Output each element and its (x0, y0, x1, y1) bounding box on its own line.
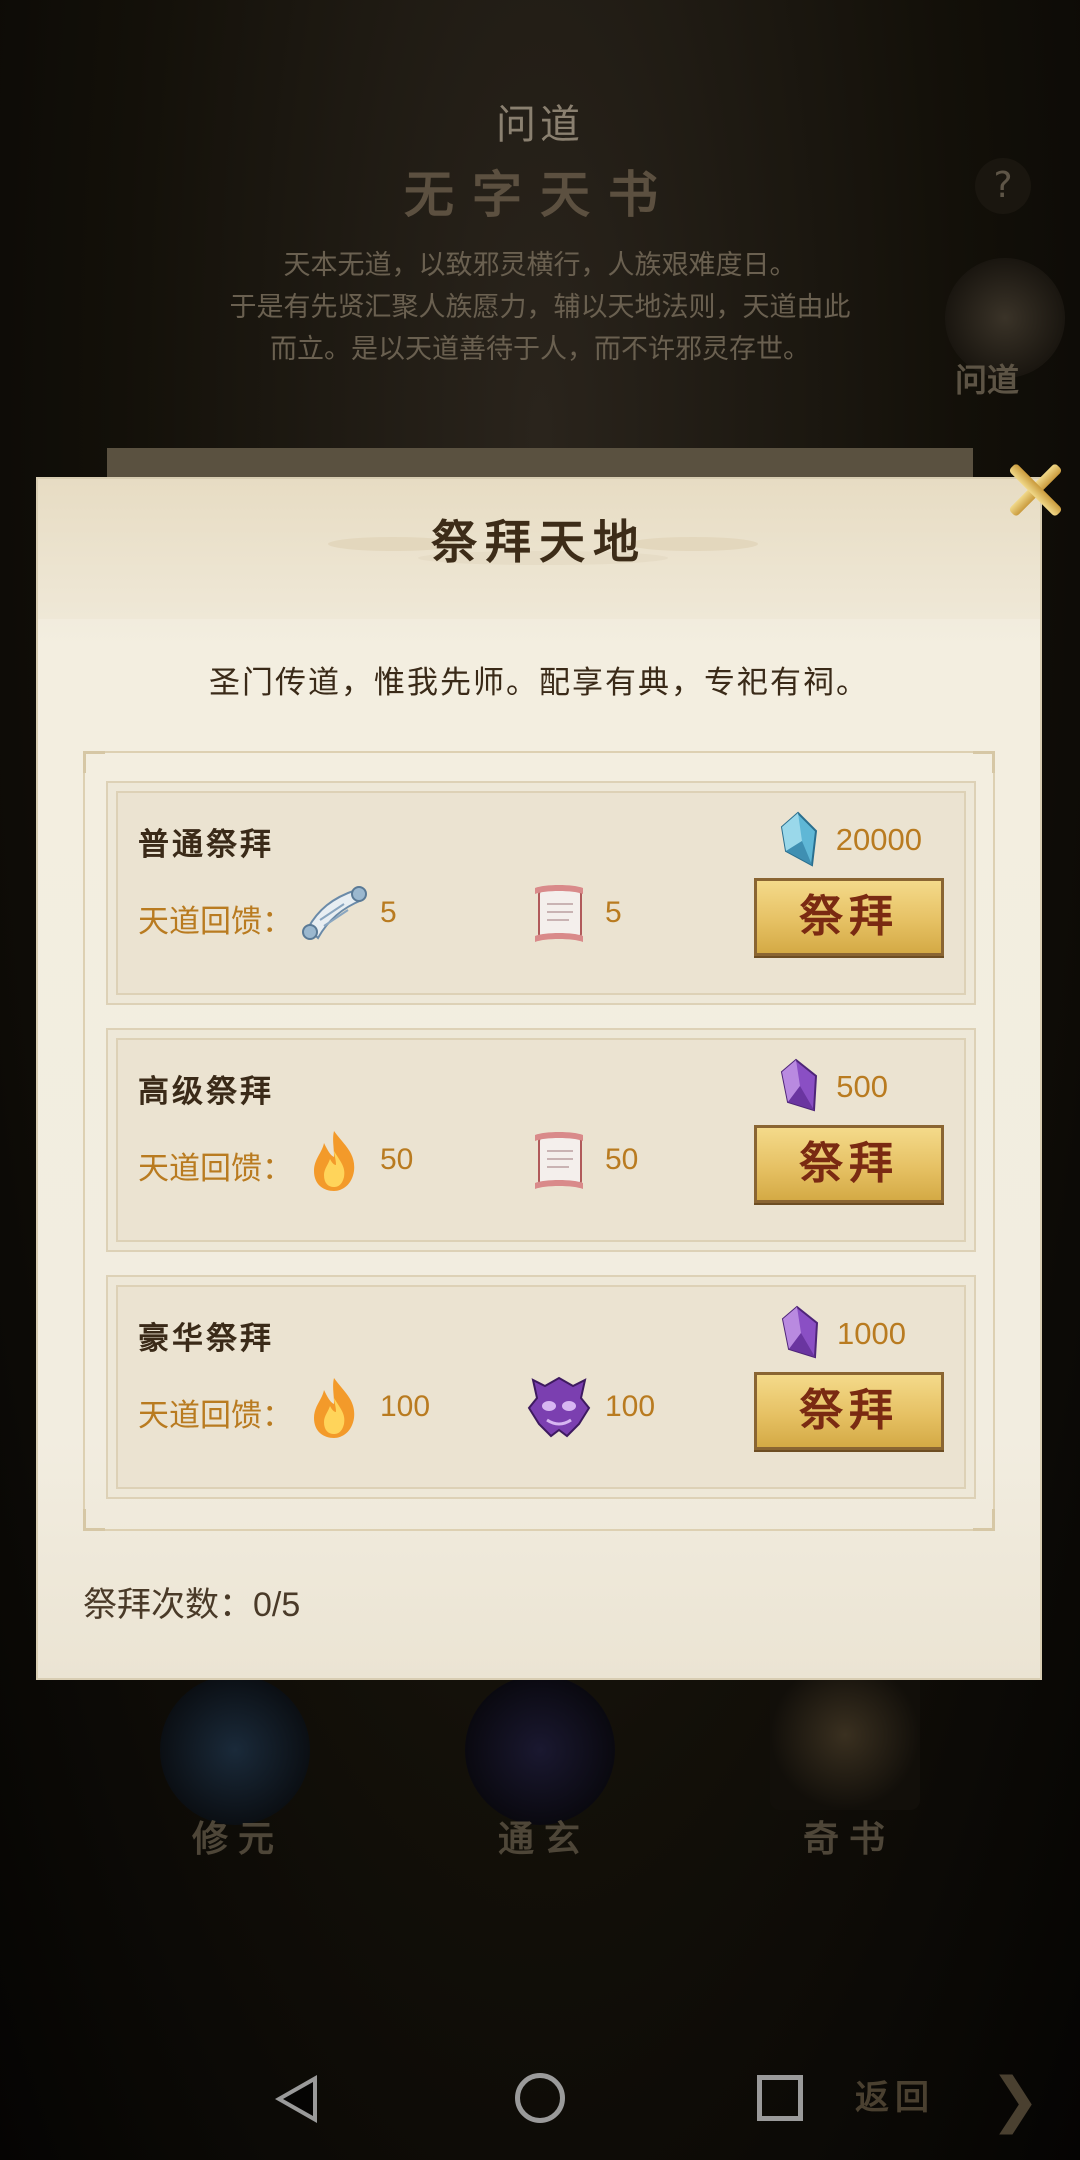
flame-icon (314, 1378, 355, 1438)
screen-title: 问道 (496, 102, 584, 148)
system-nav-bar: 返回 ❯ (0, 2030, 1080, 2160)
return-button[interactable]: 返回 (855, 2070, 935, 2119)
worship-option-deluxe: 豪华祭拜 1000 天道回馈： 100 100 祭拜 (106, 1275, 976, 1499)
description-line: 天本无道，以致邪灵横行，人族艰难度日。 (283, 250, 797, 281)
purple-crystal-icon (781, 1305, 819, 1359)
cost-amount: 1000 (837, 1316, 906, 1351)
nav-home-icon[interactable] (515, 2073, 565, 2123)
frame-corner (83, 1509, 105, 1531)
bottom-item-qishu[interactable]: 奇书 (803, 1810, 895, 1862)
background-description: 天本无道，以致邪灵横行，人族艰难度日。 于是有先贤汇聚人族愿力，辅以天地法则，天… (110, 245, 970, 371)
worship-option-advanced: 高级祭拜 500 天道回馈： 50 50 祭拜 (106, 1028, 976, 1252)
reward-item: 100 (298, 1374, 430, 1440)
background-panel-strip (107, 448, 973, 478)
option-title: 高级祭拜 (138, 1074, 274, 1110)
bottom-item-xiuyuan[interactable]: 修元 (192, 1810, 284, 1862)
red-scroll-icon (535, 1132, 583, 1189)
worship-button[interactable]: 祭拜 (754, 1125, 944, 1203)
frame-corner (973, 751, 995, 773)
option-title: 豪华祭拜 (138, 1321, 274, 1357)
reward-amount: 5 (380, 896, 397, 929)
option-title: 普通祭拜 (138, 827, 274, 863)
reward-item: 50 (523, 1127, 638, 1193)
worship-button[interactable]: 祭拜 (754, 878, 944, 956)
blue-scroll-icon (302, 886, 367, 940)
nav-recents-icon[interactable] (757, 2075, 803, 2121)
frame-corner (973, 1509, 995, 1531)
flame-icon (314, 1131, 355, 1191)
reward-amount: 100 (605, 1390, 656, 1423)
cost-amount: 20000 (835, 822, 922, 857)
close-icon[interactable] (1000, 455, 1070, 525)
red-scroll-icon (535, 885, 583, 942)
worship-count: 祭拜次数：0/5 (83, 1586, 301, 1624)
wendao-side-label: 问道 (955, 361, 1020, 399)
help-icon[interactable]: ? (975, 158, 1031, 214)
reward-label: 天道回馈： (138, 904, 293, 939)
purple-crystal-icon (781, 1058, 818, 1112)
qishu-book-icon[interactable] (770, 1660, 920, 1810)
reward-item: 5 (298, 880, 397, 946)
reward-item: 5 (523, 880, 622, 946)
xiuyuan-orb-icon[interactable] (160, 1675, 310, 1825)
description-line: 于是有先贤汇聚人族愿力，辅以天地法则，天道由此 (229, 292, 851, 323)
book-title: 无字天书 (404, 165, 676, 224)
worship-option-normal: 普通祭拜 20000 天道回馈： 5 5 祭拜 (106, 781, 976, 1005)
description-line: 而立。是以天道善待于人，而不许邪灵存世。 (270, 334, 810, 365)
purple-demon-mask-icon (527, 1376, 591, 1438)
reward-label: 天道回馈： (138, 1398, 293, 1433)
worship-button[interactable]: 祭拜 (754, 1372, 944, 1450)
chevron-right-icon[interactable]: ❯ (990, 2070, 1040, 2130)
blue-crystal-icon (780, 811, 817, 867)
reward-amount: 50 (380, 1143, 414, 1176)
nav-back-icon[interactable] (275, 2075, 317, 2123)
reward-label: 天道回馈： (138, 1151, 293, 1186)
bottom-item-tongxuan[interactable]: 通玄 (498, 1810, 590, 1862)
dialog-title: 祭拜天地 (431, 515, 647, 569)
option-cost: 500 (778, 1058, 888, 1116)
frame-corner (83, 751, 105, 773)
dialog-subtitle: 圣门传道，惟我先师。配享有典，专祀有祠。 (209, 665, 869, 701)
reward-item: 100 (523, 1374, 655, 1440)
cost-amount: 500 (836, 1069, 888, 1104)
option-cost: 20000 (778, 811, 922, 869)
option-cost: 1000 (779, 1305, 906, 1363)
tongxuan-orb-icon[interactable] (465, 1675, 615, 1825)
worship-dialog: 祭拜天地 圣门传道，惟我先师。配享有典，专祀有祠。 普通祭拜 20000 天道回… (36, 477, 1042, 1680)
reward-amount: 50 (605, 1143, 639, 1176)
reward-amount: 100 (380, 1390, 431, 1423)
reward-item: 50 (298, 1127, 413, 1193)
reward-amount: 5 (605, 896, 622, 929)
